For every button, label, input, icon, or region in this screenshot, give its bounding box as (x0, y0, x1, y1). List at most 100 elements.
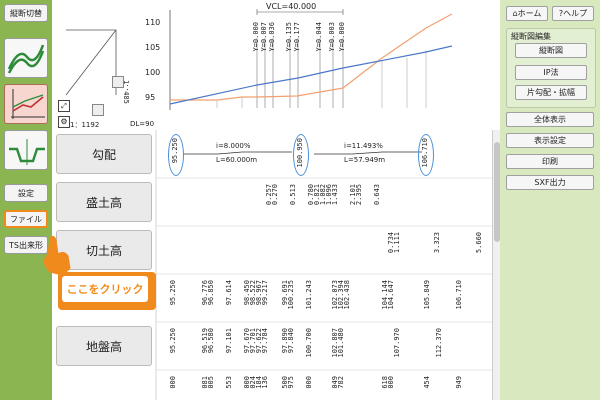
y-tick-105: 105 (145, 43, 161, 52)
profile-curve-icon (7, 44, 45, 74)
pointing-hand-icon (43, 235, 71, 275)
cross-section-icon (9, 139, 45, 165)
home-button[interactable]: ⌂ ホーム (506, 6, 548, 21)
table-cell: 97.614 (225, 280, 233, 306)
table-cell: 136 (261, 376, 269, 389)
help-button[interactable]: ? ヘルプ (552, 6, 594, 21)
table-cell: 102.438 (343, 280, 351, 310)
table-cell: 0.270 (271, 184, 279, 206)
y-value-label: Y=0.003 (328, 22, 336, 52)
segment-slope: i=11.493% (344, 142, 383, 150)
table-cell: 100.235 (287, 280, 295, 310)
table-cell: 000 (305, 376, 313, 389)
table-cell: 3.323 (433, 232, 441, 254)
table-cell: 100.700 (305, 328, 313, 358)
row-label-ground-height[interactable]: 地盤高 (56, 326, 152, 366)
table-cell: 005 (207, 376, 215, 389)
gradient-value: 106.710 (421, 138, 429, 168)
row-label-fill-height[interactable]: 盛土高 (56, 182, 152, 222)
profile-table: 勾配 盛土高 切土高 地盤高 95.250 100.950 106.710 i=… (52, 130, 492, 400)
left-sidebar: 縦断切替 設定 ファイル TS出来形 (0, 0, 52, 400)
horizontal-scale-slider[interactable] (92, 104, 104, 116)
table-cell: 1.433 (331, 184, 339, 206)
table-cell: 000 (169, 376, 177, 389)
station-values: 000 081 005 553 000 024 184 136 500 975 000 049 782 6… (156, 374, 492, 400)
profile-drawing-button[interactable]: 縦断図 (515, 43, 587, 58)
cross-section-view-button[interactable] (4, 130, 48, 170)
profile-graph: VCL=40.000 110 105 100 95 DL=90 1：1192 1… (52, 0, 492, 130)
display-settings-button[interactable]: 表示設定 (506, 133, 594, 148)
profile-editor: VCL=40.000 110 105 100 95 DL=90 1：1192 1… (52, 0, 501, 400)
gear-icon[interactable]: ⚙ (58, 116, 70, 128)
sxf-export-button[interactable]: SXF出力 (506, 175, 594, 190)
gradient-value: 100.950 (296, 138, 304, 168)
fill-height-values: 0.257 0.270 0.513 0.780 0.821 1.082 1.096 1.433… (156, 182, 492, 226)
y-value-label: Y=0.000 (338, 22, 346, 52)
profile-edit-group: 縦断図編集 縦断図 IP法 片勾配・拡幅 (506, 28, 596, 108)
ground-height-values: 95.250 96.519 96.580 97.101 97.670 97.701 97.6… (156, 326, 492, 370)
file-button[interactable]: ファイル (4, 210, 48, 228)
home-label: ホーム (517, 9, 542, 18)
table-cell: 101.243 (305, 280, 313, 310)
click-here-callout: ここをクリック (58, 272, 156, 310)
table-cell: 782 (337, 376, 345, 389)
y-value-label: Y=0.000 (252, 22, 260, 52)
table-cell: 975 (287, 376, 295, 389)
superelevation-button[interactable]: 片勾配・拡幅 (515, 85, 587, 100)
table-cell: 0.513 (289, 184, 297, 206)
table-cell: 104.647 (387, 280, 395, 310)
segment-slope: i=8.000% (216, 142, 251, 150)
table-cell: 99.217 (261, 280, 269, 306)
y-tick-100: 100 (145, 68, 161, 77)
table-cell: 000 (387, 376, 395, 389)
y-tick-95: 95 (145, 93, 156, 102)
segment-length: L=60.000m (216, 156, 258, 164)
view-toggle-button[interactable]: 縦断切替 (4, 4, 48, 22)
print-button[interactable]: 印刷 (506, 154, 594, 169)
table-cell: 112.370 (435, 328, 443, 358)
group-title: 縦断図編集 (511, 32, 551, 41)
right-sidebar: ⌂ ホーム ? ヘルプ 縦断図編集 縦断図 IP法 片勾配・拡幅 全体表示 表示設定… (500, 0, 600, 400)
table-cell: 96.850 (207, 280, 215, 306)
table-cell: 101.480 (337, 328, 345, 358)
table-cell: 95.250 (169, 280, 177, 306)
y-value-label: Y=0.044 (315, 22, 323, 52)
fit-all-button[interactable]: 全体表示 (506, 112, 594, 127)
y-value-label: Y=0.135 (285, 22, 293, 52)
dl-label: DL=90 (130, 120, 155, 128)
y-tick-110: 110 (145, 18, 161, 27)
vcl-label: VCL=40.000 (266, 2, 317, 11)
table-cell: 0.643 (373, 184, 381, 206)
table-cell: 97.101 (225, 328, 233, 354)
table-cell: 553 (225, 376, 233, 389)
y-value-label: Y=0.007 (260, 22, 268, 52)
table-cell: 95.250 (169, 328, 177, 354)
table-cell: 454 (423, 376, 431, 389)
table-cell: 949 (455, 376, 463, 389)
help-label: ヘルプ (563, 9, 588, 18)
fit-icon[interactable]: ⤢ (58, 100, 70, 112)
gradient-value: 95.250 (171, 138, 179, 164)
table-cell: 97.840 (287, 328, 295, 354)
table-cell: 106.710 (455, 280, 463, 310)
table-cell: 97.784 (261, 328, 269, 354)
segment-length: L=57.949m (344, 156, 386, 164)
profile-view-button[interactable] (4, 38, 48, 78)
row-label-gradient[interactable]: 勾配 (56, 134, 152, 174)
table-cell: 2.395 (355, 184, 363, 206)
table-cell: 5.660 (475, 232, 483, 254)
horizontal-scale: 1：1192 (70, 121, 100, 129)
longitudinal-icon (11, 89, 45, 119)
longitudinal-view-button[interactable] (4, 84, 48, 124)
callout-text: ここをクリック (62, 276, 148, 302)
settings-button[interactable]: 設定 (4, 184, 48, 202)
y-value-label: Y=0.036 (268, 22, 276, 52)
cut-height-values: 0.734 1.111 3.323 5.660 (156, 230, 492, 274)
plan-height-values: 95.250 96.776 96.850 97.614 98.450 98.522 98.9… (156, 278, 492, 322)
ip-method-button[interactable]: IP法 (515, 65, 587, 80)
vertical-scale-slider[interactable] (112, 76, 124, 88)
y-value-label: Y=0.177 (293, 22, 301, 52)
table-cell: 105.849 (423, 280, 431, 310)
table-cell: 107.970 (393, 328, 401, 358)
table-cell: 96.580 (207, 328, 215, 354)
